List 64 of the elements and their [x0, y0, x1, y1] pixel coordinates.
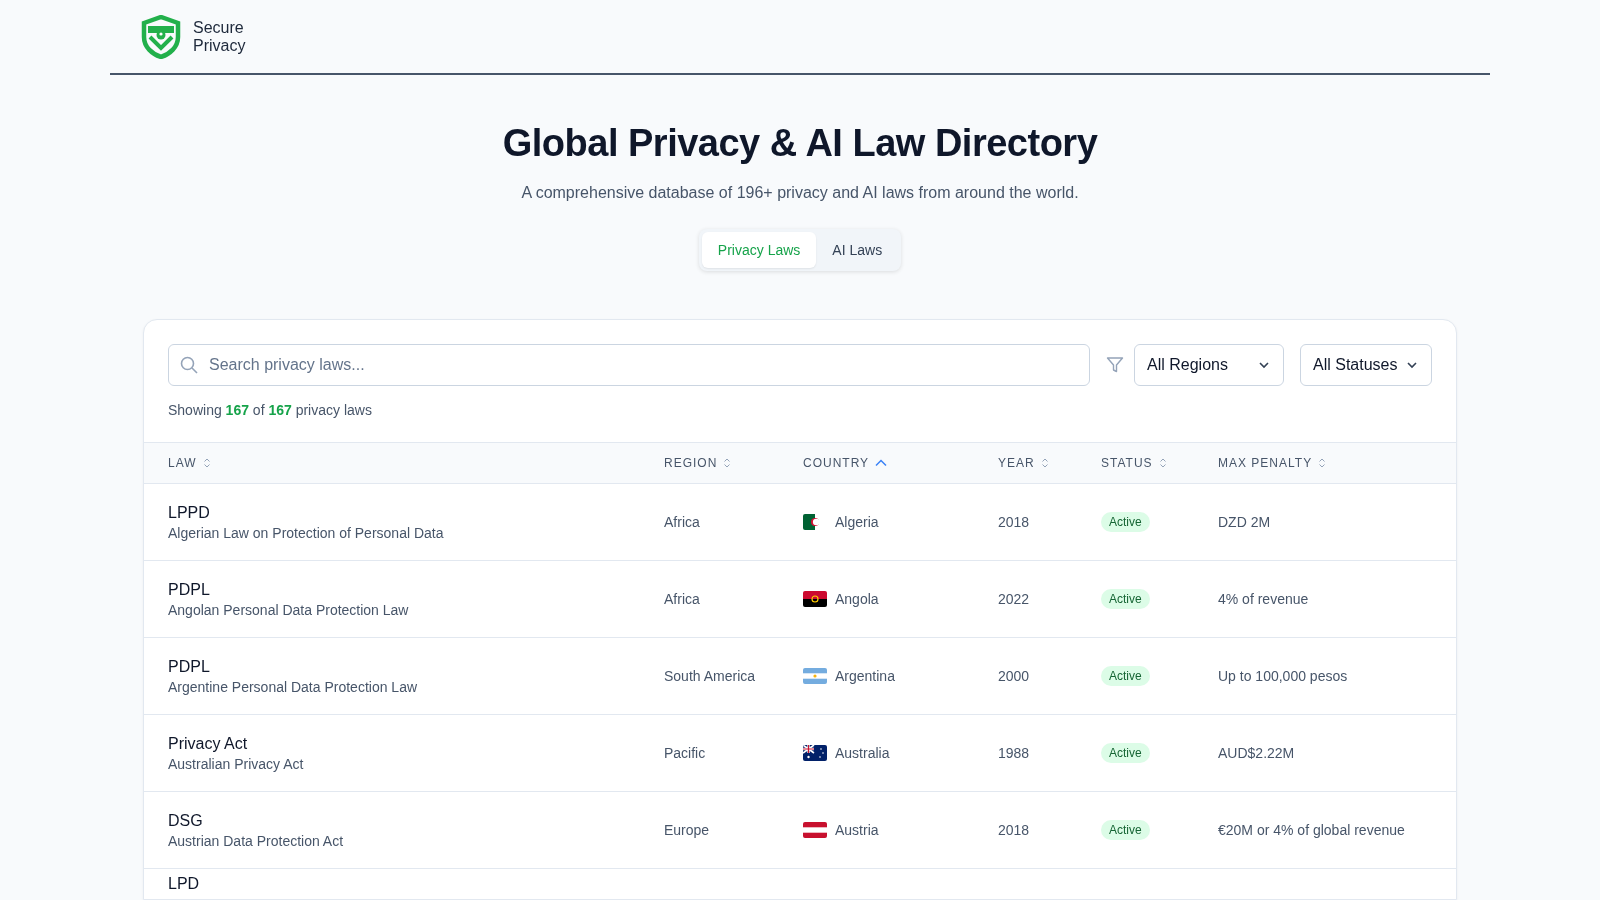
- flag-icon: [803, 822, 827, 838]
- table-cell: South America: [664, 668, 756, 684]
- table-cell: Algeria: [835, 514, 879, 530]
- flag-icon: [803, 745, 827, 761]
- table-cell: Africa: [664, 514, 700, 530]
- search-field[interactable]: Search privacy laws...: [168, 344, 1090, 386]
- law-abbreviation: Privacy Act: [168, 734, 248, 753]
- sort-icon: [202, 457, 211, 469]
- law-abbreviation: LPPD: [168, 503, 210, 522]
- column-header[interactable]: COUNTRY: [803, 456, 888, 470]
- column-header[interactable]: MAX PENALTY: [1218, 456, 1327, 470]
- law-name: Angolan Personal Data Protection Law: [168, 601, 409, 618]
- column-header[interactable]: YEAR: [998, 456, 1049, 470]
- sort-icon: [1158, 457, 1167, 469]
- brand-name-line: Secure: [193, 18, 245, 37]
- brand-name-line: Privacy: [193, 36, 246, 55]
- law-name: Algerian Law on Protection of Personal Data: [168, 524, 444, 541]
- law-name: Austrian Data Protection Act: [168, 832, 344, 849]
- status-dropdown[interactable]: All Statuses: [1300, 344, 1432, 386]
- law-abbreviation: PDPL: [168, 580, 210, 599]
- status-badge: Active: [1101, 820, 1150, 840]
- status-badge: Active: [1101, 743, 1150, 763]
- law-name: Argentine Personal Data Protection Law: [168, 678, 418, 695]
- sort-icon: [1040, 457, 1049, 469]
- column-header[interactable]: LAW: [168, 456, 211, 470]
- status-badge: Active: [1101, 512, 1150, 532]
- table-cell: Pacific: [664, 745, 706, 761]
- flag-icon: [803, 591, 827, 607]
- sort-icon: [723, 457, 732, 469]
- table-cell: Africa: [664, 591, 700, 607]
- column-header[interactable]: REGION: [664, 456, 732, 470]
- table-cell: Australia: [835, 745, 890, 761]
- table-cell: 1988: [998, 745, 1030, 761]
- table-cell: Angola: [835, 591, 879, 607]
- tab[interactable]: AI Laws: [816, 232, 899, 268]
- table-cell: DZD 2M: [1218, 514, 1271, 530]
- column-header[interactable]: STATUS: [1101, 456, 1167, 470]
- table-cell: €20M or 4% of global revenue: [1218, 822, 1405, 838]
- table-cell: Argentina: [835, 668, 895, 684]
- status-badge: Active: [1101, 589, 1150, 609]
- law-name: Australian Privacy Act: [168, 755, 304, 772]
- table-cell: 2018: [998, 822, 1030, 838]
- table-cell: 2022: [998, 591, 1030, 607]
- shield-lock-logo-icon: [141, 14, 181, 59]
- table-cell: 4% of revenue: [1218, 591, 1309, 607]
- table-cell: Europe: [664, 822, 710, 838]
- sort-ascending-icon: [875, 459, 888, 467]
- filter-icon[interactable]: [1106, 356, 1124, 374]
- search-icon: [180, 356, 198, 374]
- flag-icon: [803, 668, 827, 684]
- status-badge: Active: [1101, 666, 1150, 686]
- region-dropdown[interactable]: All Regions: [1134, 344, 1284, 386]
- sort-icon: [1318, 457, 1327, 469]
- page-subtitle: A comprehensive database of 196+ privacy and AI laws from around the world.: [521, 184, 1079, 202]
- table-cell: Austria: [835, 822, 879, 838]
- table-cell: 2000: [998, 668, 1030, 684]
- law-abbreviation: DSG: [168, 811, 203, 830]
- table-cell: AUD$2.22M: [1218, 745, 1295, 761]
- table-cell: Up to 100,000 pesos: [1218, 668, 1348, 684]
- results-count: Showing 167 of 167 privacy laws: [167, 401, 373, 420]
- law-abbreviation: PDPL: [168, 657, 210, 676]
- table-cell: 2018: [998, 514, 1030, 530]
- law-abbreviation: LPD: [168, 875, 200, 893]
- page-title: Global Privacy & AI Law Directory: [502, 122, 1098, 165]
